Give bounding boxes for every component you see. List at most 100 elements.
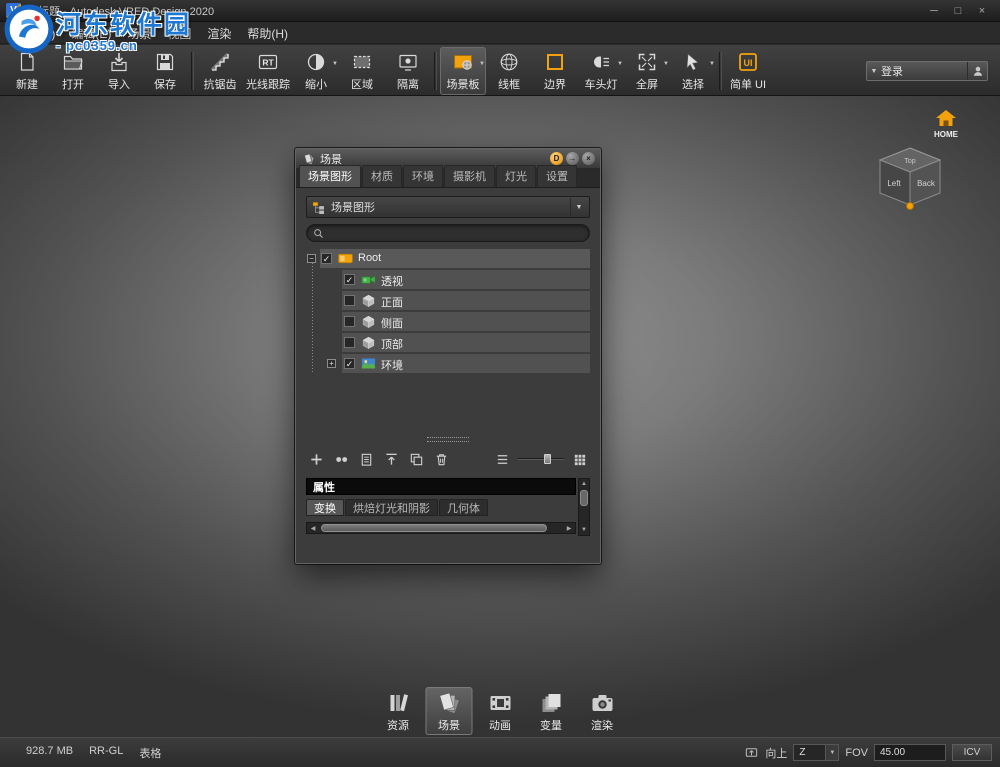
node-checkbox[interactable]: ✓	[344, 358, 355, 369]
dropdown-arrow-icon[interactable]: ▼	[709, 61, 715, 67]
minimize-button[interactable]: ─	[922, 2, 946, 19]
node-checkbox[interactable]	[344, 337, 355, 348]
tab-material[interactable]: 材质	[362, 165, 402, 187]
dock-item-scene[interactable]: 场景	[426, 687, 473, 735]
toolbar-button-label: 区域	[351, 76, 373, 92]
row-height-icon[interactable]	[495, 452, 510, 467]
toolbar-button-isolate[interactable]: 隔离	[385, 47, 431, 95]
toolbar-button-wireframe[interactable]: 线框	[486, 47, 532, 95]
tree-row[interactable]: 顶部	[306, 332, 590, 353]
toolbar-button-new[interactable]: 新建	[4, 47, 50, 95]
scroll-down-icon[interactable]: ▼	[579, 525, 589, 535]
dock-item-render[interactable]: 渲染	[579, 687, 626, 735]
icv-button[interactable]: ICV	[952, 744, 992, 761]
toolbar-button-antialias[interactable]: 抗锯齿	[197, 47, 243, 95]
scenegraph-selector[interactable]: 场景图形 ▼	[306, 196, 590, 218]
tree-row[interactable]: 正面	[306, 290, 590, 311]
toolbar-button-fullscreen[interactable]: ▼全屏	[624, 47, 670, 95]
tab-light[interactable]: 灯光	[496, 165, 536, 187]
toolbar-button-region[interactable]: 区域	[339, 47, 385, 95]
menu-item-edit[interactable]: 编辑(E)	[63, 23, 119, 44]
tab-environment[interactable]: 环境	[403, 165, 443, 187]
expand-icon[interactable]: +	[327, 359, 336, 368]
toolbar-button-import[interactable]: 导入	[96, 47, 142, 95]
toolbar-button-raytracing[interactable]: RT光线跟踪	[243, 47, 293, 95]
tree-row-highlight	[342, 354, 590, 373]
collapse-icon[interactable]: −	[307, 254, 316, 263]
properties-tab-geometry[interactable]: 几何体	[439, 499, 488, 516]
dock-item-assets[interactable]: 资源	[375, 687, 422, 735]
node-checkbox[interactable]	[344, 316, 355, 327]
toolbar-button-label: 简单 UI	[730, 76, 766, 92]
clipboard-icon[interactable]	[359, 452, 374, 467]
tree-row[interactable]: −✓Root	[306, 248, 590, 269]
hscroll-track[interactable]	[319, 523, 563, 533]
search-input[interactable]	[306, 224, 590, 242]
tree-row-highlight	[342, 291, 590, 310]
dropdown-arrow-icon[interactable]: ▼	[617, 61, 623, 67]
user-icon[interactable]	[967, 62, 987, 80]
dropdown-arrow-icon[interactable]: ▼	[332, 61, 338, 67]
menu-item-scene[interactable]: 场景	[119, 23, 159, 44]
tab-settings[interactable]: 设置	[537, 165, 577, 187]
duplicate-icon[interactable]	[409, 452, 424, 467]
horizontal-scrollbar[interactable]: ◀ ▶	[306, 522, 576, 534]
slider-thumb[interactable]	[544, 454, 551, 464]
toolbar-button-boundary[interactable]: 边界	[532, 47, 578, 95]
properties-tab-transform[interactable]: 变换	[306, 499, 344, 516]
dropdown-arrow-icon[interactable]: ▼	[825, 745, 838, 760]
fov-input[interactable]: 45.00	[874, 744, 946, 761]
scene-window-icon	[301, 152, 315, 166]
menu-item-render[interactable]: 渲染	[199, 23, 239, 44]
grid-view-icon[interactable]	[572, 452, 587, 467]
toolbar-button-save[interactable]: 保存	[142, 47, 188, 95]
viewport-3d[interactable]: HOME Top Left Back 场景 D→× 场景图形材质环境摄影机灯光设	[0, 96, 1000, 737]
tab-scenegraph[interactable]: 场景图形	[299, 165, 361, 187]
dock-button[interactable]: D	[550, 152, 563, 165]
move-into-icon[interactable]	[384, 452, 399, 467]
hscroll-thumb[interactable]	[321, 524, 547, 532]
dropdown-arrow-icon[interactable]: ▼	[663, 61, 669, 67]
menu-item-view[interactable]: 视图	[159, 23, 199, 44]
dropdown-arrow-icon[interactable]: ▼	[479, 61, 485, 67]
node-checkbox[interactable]	[344, 295, 355, 306]
toolbar-button-simple-ui[interactable]: UI简单 UI	[725, 47, 771, 95]
dropdown-arrow-icon[interactable]: ▼	[570, 198, 587, 216]
node-checkbox[interactable]: ✓	[321, 253, 332, 264]
group-nodes-icon[interactable]	[334, 452, 349, 467]
tree-row[interactable]: 侧面	[306, 311, 590, 332]
add-node-icon[interactable]	[309, 452, 324, 467]
menu-item-help[interactable]: 帮助(H)	[239, 23, 296, 44]
icon-size-slider[interactable]	[518, 453, 564, 465]
close-button[interactable]: ×	[582, 152, 595, 165]
tree-row[interactable]: +✓环境	[306, 353, 590, 374]
scroll-up-icon[interactable]: ▲	[579, 479, 589, 489]
vscroll-thumb[interactable]	[580, 490, 588, 506]
delete-icon[interactable]	[434, 452, 449, 467]
scroll-right-icon[interactable]: ▶	[563, 525, 575, 532]
login-dropdown[interactable]: ▼ 登录	[866, 61, 988, 81]
toolbar-button-scene-plate[interactable]: ▼场景板	[440, 47, 486, 95]
scroll-left-icon[interactable]: ◀	[307, 525, 319, 532]
toolbar-button-zoom-out[interactable]: ▼缩小	[293, 47, 339, 95]
node-checkbox[interactable]: ✓	[344, 274, 355, 285]
tab-camera[interactable]: 摄影机	[444, 165, 495, 187]
vertical-scrollbar[interactable]: ▲ ▼	[578, 478, 590, 536]
up-axis-select[interactable]: Z ▼	[793, 744, 839, 761]
menu-item-file[interactable]: 文件(F)	[8, 23, 63, 44]
viewcube[interactable]: HOME Top Left Back	[866, 106, 974, 224]
detach-button[interactable]: →	[566, 152, 579, 165]
vscroll-track[interactable]	[579, 489, 589, 525]
toolbar-button-headlight[interactable]: ▼车头灯	[578, 47, 624, 95]
dock-item-animation[interactable]: 动画	[477, 687, 524, 735]
scene-dialog-tabs: 场景图形材质环境摄影机灯光设置	[296, 169, 600, 188]
properties-tab-bake[interactable]: 烘焙灯光和阴影	[345, 499, 438, 516]
tree-row[interactable]: ✓透视	[306, 269, 590, 290]
dock-item-variants[interactable]: 变量	[528, 687, 575, 735]
toolbar-button-open[interactable]: 打开	[50, 47, 96, 95]
close-button[interactable]: ×	[970, 2, 994, 19]
maximize-button[interactable]: □	[946, 2, 970, 19]
properties-header-label: 属性	[313, 479, 335, 495]
splitter-handle[interactable]	[427, 437, 469, 442]
toolbar-button-select[interactable]: ▼选择	[670, 47, 716, 95]
